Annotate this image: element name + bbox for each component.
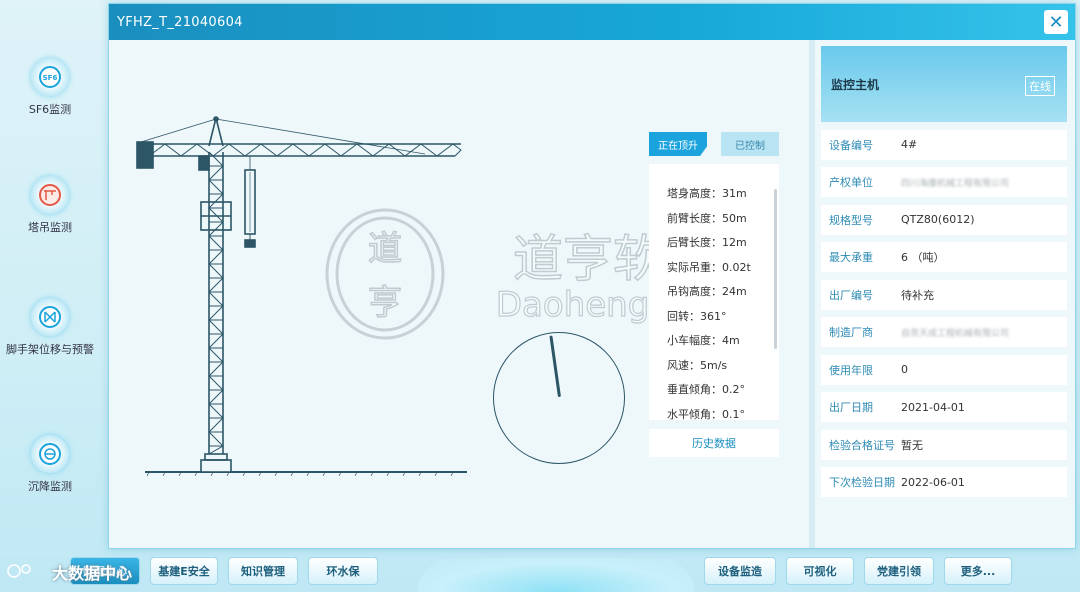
info-row: 制造厂商 自贡天成工程机械有限公司: [821, 317, 1067, 347]
info-value: 0: [901, 363, 908, 376]
param-rear-arm: 后臂长度：12m: [667, 236, 747, 249]
nav-knowledge[interactable]: 知识管理: [228, 557, 298, 585]
info-key: 检验合格证号: [829, 438, 895, 452]
info-key: 产权单位: [829, 176, 873, 189]
crane-params-panel[interactable]: 塔身高度：31m 前臂长度：50m 后臂长度：12m 实际吊重：0.02t 吊钩…: [649, 164, 779, 420]
nav-safety[interactable]: 基建E安全: [150, 557, 218, 585]
tab-controlled[interactable]: 已控制: [721, 132, 779, 156]
info-row: 使用年限 0: [821, 354, 1067, 385]
info-key: 最大承重: [829, 251, 873, 264]
info-row: 出厂编号 待补充: [821, 279, 1067, 310]
device-info-panel: 监控主机 在线 设备编号 4# 产权单位 四川海康机械工程有限公司 规格型号 QTZ8…: [821, 46, 1067, 497]
info-row: 最大承重 6 （吨）: [821, 242, 1067, 272]
param-front-arm: 前臂长度：50m: [667, 211, 747, 225]
param-horizontal-tilt: 水平倾角：0.1°: [667, 407, 745, 421]
info-key: 制造厂商: [829, 326, 873, 339]
info-row: 出厂日期 2021-04-01: [821, 392, 1067, 422]
sidebar-item-sf6[interactable]: SF6 SF6监测: [0, 58, 100, 117]
info-value: 自贡天成工程机械有限公司: [901, 328, 1010, 339]
sidebar-item-scaffold[interactable]: 脚手架位移与预警: [0, 298, 100, 357]
info-row: 下次检验日期 2022-06-01: [821, 467, 1067, 497]
brand-text: 大数据中心: [52, 564, 133, 583]
tower-crane-diagram: [136, 116, 467, 477]
close-button[interactable]: ✕: [1044, 10, 1068, 34]
nav-equipment[interactable]: 设备监造: [704, 557, 776, 585]
sidebar-item-tower-crane[interactable]: 塔吊监测: [0, 176, 100, 235]
param-hook-height: 吊钩高度：24m: [667, 285, 747, 298]
scaffold-icon: [31, 298, 69, 336]
status-tabs: 正在顶升 已控制: [649, 132, 779, 156]
info-value: 6 （吨）: [901, 251, 945, 264]
info-row: 设备编号 4#: [821, 129, 1067, 160]
info-value: 四川海康机械工程有限公司: [901, 178, 1010, 189]
param-actual-load: 实际吊重：0.02t: [667, 260, 751, 274]
info-value: 4#: [901, 138, 918, 151]
param-tower-height: 塔身高度：31m: [667, 187, 747, 200]
sf6-icon: SF6: [31, 58, 69, 96]
info-value: QTZ80(6012): [901, 213, 975, 226]
info-header: 监控主机 在线: [821, 46, 1067, 122]
info-value: 暂无: [901, 438, 923, 452]
info-title: 监控主机: [831, 77, 880, 92]
device-modal: YFHZ_T_21040604 ✕ 道 亨 道亨软件 Daoheng INC. …: [108, 3, 1076, 549]
history-data-button[interactable]: 历史数据: [649, 429, 779, 457]
modal-title: YFHZ_T_21040604: [117, 14, 243, 30]
info-value: 待补充: [901, 288, 934, 302]
nav-more[interactable]: 更多...: [944, 557, 1012, 585]
nav-visualization[interactable]: 可视化: [786, 557, 854, 585]
rotation-needle: [549, 335, 561, 398]
sidebar-item-settlement[interactable]: 沉降监测: [0, 435, 100, 494]
rotation-dial: [493, 332, 625, 464]
nav-party[interactable]: 党建引领: [864, 557, 934, 585]
param-trolley-range: 小车幅度：4m: [667, 334, 740, 347]
nav-environment[interactable]: 环水保: [308, 557, 378, 585]
info-value: 2022-06-01: [901, 475, 965, 489]
info-row: 检验合格证号 暂无: [821, 429, 1067, 460]
brand-logo-icon: [7, 564, 31, 578]
info-key: 出厂编号: [829, 288, 873, 302]
info-key: 下次检验日期: [829, 476, 895, 489]
info-row: 产权单位 四川海康机械工程有限公司: [821, 167, 1067, 197]
param-vertical-tilt: 垂直倾角：0.2°: [667, 383, 745, 396]
info-value: 2021-04-01: [901, 400, 965, 414]
bottom-center-glow: [418, 558, 694, 592]
bottom-nav: 数据中心 基建E安全 知识管理 环水保 设备监造 可视化 党建引领 更多... …: [0, 550, 1080, 592]
info-key: 设备编号: [829, 138, 873, 152]
info-row: 规格型号 QTZ80(6012): [821, 204, 1067, 235]
panel-divider: [809, 40, 815, 548]
info-key: 出厂日期: [829, 401, 873, 414]
tab-lifting[interactable]: 正在顶升: [649, 132, 707, 156]
sidebar-item-label: SF6监测: [28, 103, 72, 116]
sidebar-item-label: 沉降监测: [28, 480, 72, 493]
params-scrollbar[interactable]: [774, 189, 777, 349]
param-rotation: 回转：361°: [667, 309, 727, 323]
param-wind-speed: 风速：5m/s: [667, 358, 728, 372]
modal-header: YFHZ_T_21040604 ✕: [109, 4, 1075, 40]
settlement-icon: [31, 435, 69, 473]
status-badge: 在线: [1025, 76, 1055, 96]
info-key: 使用年限: [829, 363, 873, 377]
svg-text:SF6: SF6: [43, 74, 58, 82]
sidebar-item-label: 脚手架位移与预警: [6, 343, 94, 356]
tower-crane-icon: [31, 176, 69, 214]
sidebar: SF6 SF6监测 塔吊监测 脚手架位移与预警 沉降监测: [0, 0, 105, 550]
close-icon: ✕: [1048, 11, 1064, 33]
sidebar-item-label: 塔吊监测: [28, 221, 72, 234]
info-key: 规格型号: [829, 213, 873, 227]
